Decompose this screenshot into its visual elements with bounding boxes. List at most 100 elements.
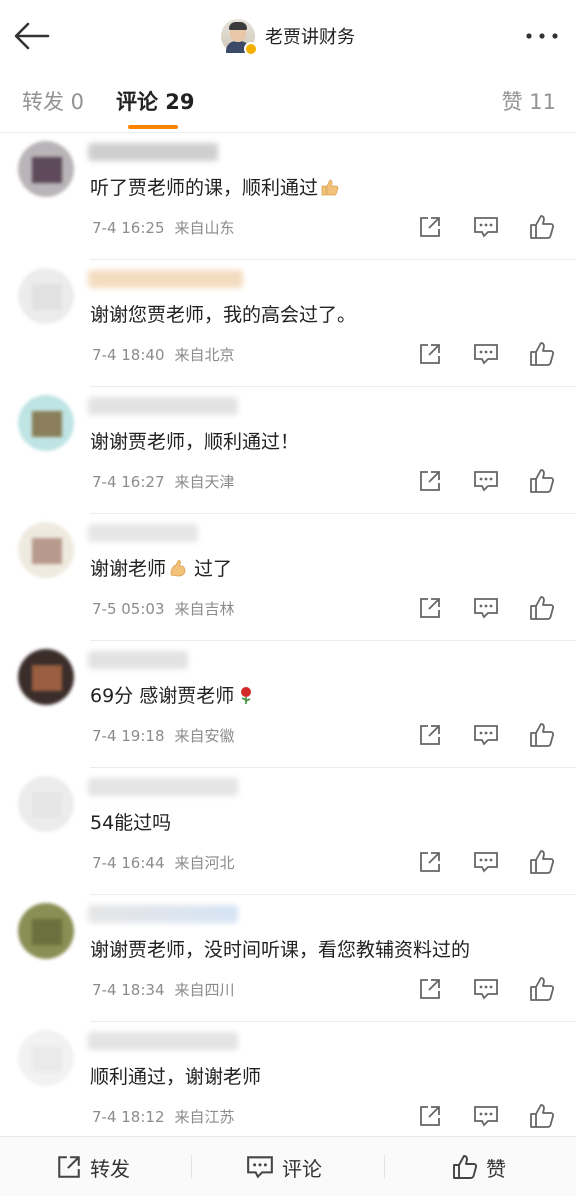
comment-meta: 7-5 05:03 来自吉林: [92, 598, 235, 619]
comment-time: 7-4 16:25: [92, 219, 165, 237]
tab-comments[interactable]: 评论 29: [116, 86, 195, 116]
avatar[interactable]: [18, 1030, 74, 1086]
comment-item: 听了贾老师的课，顺利通过 7-4 16:25 来自山东: [0, 133, 576, 260]
comment-location: 来自河北: [174, 854, 235, 872]
username-blurred[interactable]: [88, 143, 218, 161]
rose-emoji: [241, 687, 252, 704]
like-button[interactable]: [528, 340, 556, 368]
comment-location: 来自天津: [174, 473, 235, 491]
comment-time: 7-4 16:44: [92, 854, 165, 872]
repost-button[interactable]: [416, 340, 444, 368]
avatar[interactable]: [18, 649, 74, 705]
reply-button[interactable]: [472, 594, 500, 622]
comment-location: 来自四川: [174, 981, 235, 999]
comment-item: 顺利通过，谢谢老师 7-4 18:12 来自江苏: [0, 1022, 576, 1149]
username-blurred[interactable]: [88, 1032, 238, 1050]
username-blurred[interactable]: [88, 905, 238, 923]
tab-repost[interactable]: 转发 0: [22, 86, 84, 116]
reply-button[interactable]: [472, 975, 500, 1003]
username-blurred[interactable]: [88, 778, 238, 796]
bottom-action-bar: 转发 评论 赞: [0, 1136, 576, 1196]
avatar[interactable]: [18, 903, 74, 959]
like-button[interactable]: [528, 721, 556, 749]
like-button[interactable]: [528, 975, 556, 1003]
thumbs-up-icon: [530, 215, 555, 239]
avatar[interactable]: [18, 268, 74, 324]
like-button[interactable]: [528, 467, 556, 495]
comment-actions: [388, 1102, 556, 1130]
share-icon: [420, 725, 440, 745]
like-button[interactable]: [528, 1102, 556, 1130]
like-button[interactable]: [528, 213, 556, 241]
comment-meta: 7-4 16:25 来自山东: [92, 217, 235, 238]
comment-actions: [388, 721, 556, 749]
repost-button[interactable]: [416, 975, 444, 1003]
comment-actions: [388, 340, 556, 368]
comment-location: 来自北京: [174, 346, 235, 364]
thumbs-up-icon: [530, 850, 555, 874]
bottom-like-button[interactable]: 赞: [452, 1137, 506, 1196]
username-blurred[interactable]: [88, 524, 198, 542]
repost-button[interactable]: [416, 1102, 444, 1130]
comment-time: 7-5 05:03: [92, 600, 165, 618]
comment-actions: [388, 594, 556, 622]
like-button[interactable]: [528, 594, 556, 622]
top-nav-bar: 老贾讲财务: [0, 0, 576, 70]
weibo-comments-page: 老贾讲财务 转发 0 评论 29 赞 11 听了贾老师的课，顺利通过 7-4 1…: [0, 0, 576, 1196]
avatar[interactable]: [18, 141, 74, 197]
reply-button[interactable]: [472, 213, 500, 241]
comment-time: 7-4 18:40: [92, 346, 165, 364]
bottom-comment-button[interactable]: 评论: [246, 1137, 322, 1196]
comment-time: 7-4 18:34: [92, 981, 165, 999]
divider: [191, 1155, 192, 1179]
page-title-group[interactable]: 老贾讲财务: [0, 18, 576, 56]
comment-item: 谢谢贾老师，没时间听课，看您教辅资料过的 7-4 18:34 来自四川: [0, 895, 576, 1022]
repost-button[interactable]: [416, 594, 444, 622]
repost-button[interactable]: [416, 848, 444, 876]
comment-icon: [474, 598, 498, 619]
comment-list: 听了贾老师的课，顺利通过 7-4 16:25 来自山东 谢谢您贾老师，我的高会过了…: [0, 133, 576, 1149]
comment-actions: [388, 213, 556, 241]
comment-item: 69分 感谢贾老师 7-4 19:18 来自安徽: [0, 641, 576, 768]
author-avatar[interactable]: [221, 19, 258, 56]
username-blurred[interactable]: [88, 270, 243, 288]
comment-actions: [388, 467, 556, 495]
comment-item: 54能过吗 7-4 16:44 来自河北: [0, 768, 576, 895]
thumbs-up-icon: [530, 596, 555, 620]
username-blurred[interactable]: [88, 651, 188, 669]
thumbs-up-emoji: [321, 179, 339, 196]
comment-meta: 7-4 18:34 来自四川: [92, 979, 235, 1000]
active-tab-indicator: [128, 125, 178, 129]
thumbs-up-icon: [530, 977, 555, 1001]
avatar[interactable]: [18, 395, 74, 451]
comment-text: 谢谢您贾老师，我的高会过了。: [90, 304, 357, 326]
divider: [384, 1155, 385, 1179]
comment-time: 7-4 16:27: [92, 473, 165, 491]
comment-location: 来自江苏: [174, 1108, 235, 1126]
comment-icon: [474, 471, 498, 492]
tab-likes[interactable]: 赞 11: [502, 86, 556, 116]
more-button[interactable]: [522, 24, 562, 48]
avatar[interactable]: [18, 522, 74, 578]
reply-button[interactable]: [472, 467, 500, 495]
like-button[interactable]: [528, 848, 556, 876]
repost-button[interactable]: [416, 213, 444, 241]
reply-button[interactable]: [472, 1102, 500, 1130]
comment-text-content: 69分 感谢贾老师: [90, 685, 235, 707]
repost-button[interactable]: [416, 721, 444, 749]
repost-button[interactable]: [416, 467, 444, 495]
bottom-comment-label: 评论: [282, 1156, 322, 1181]
comment-time: 7-4 18:12: [92, 1108, 165, 1126]
reply-button[interactable]: [472, 340, 500, 368]
share-icon: [420, 217, 440, 237]
share-icon: [420, 598, 440, 618]
username-blurred[interactable]: [88, 397, 238, 415]
share-icon: [420, 1106, 440, 1126]
bottom-repost-button[interactable]: 转发: [56, 1137, 130, 1196]
reply-button[interactable]: [472, 721, 500, 749]
avatar[interactable]: [18, 776, 74, 832]
comment-meta: 7-4 18:40 来自北京: [92, 344, 235, 365]
reply-button[interactable]: [472, 848, 500, 876]
thumbs-up-icon: [453, 1155, 478, 1179]
thumbs-up-icon: [530, 1104, 555, 1128]
